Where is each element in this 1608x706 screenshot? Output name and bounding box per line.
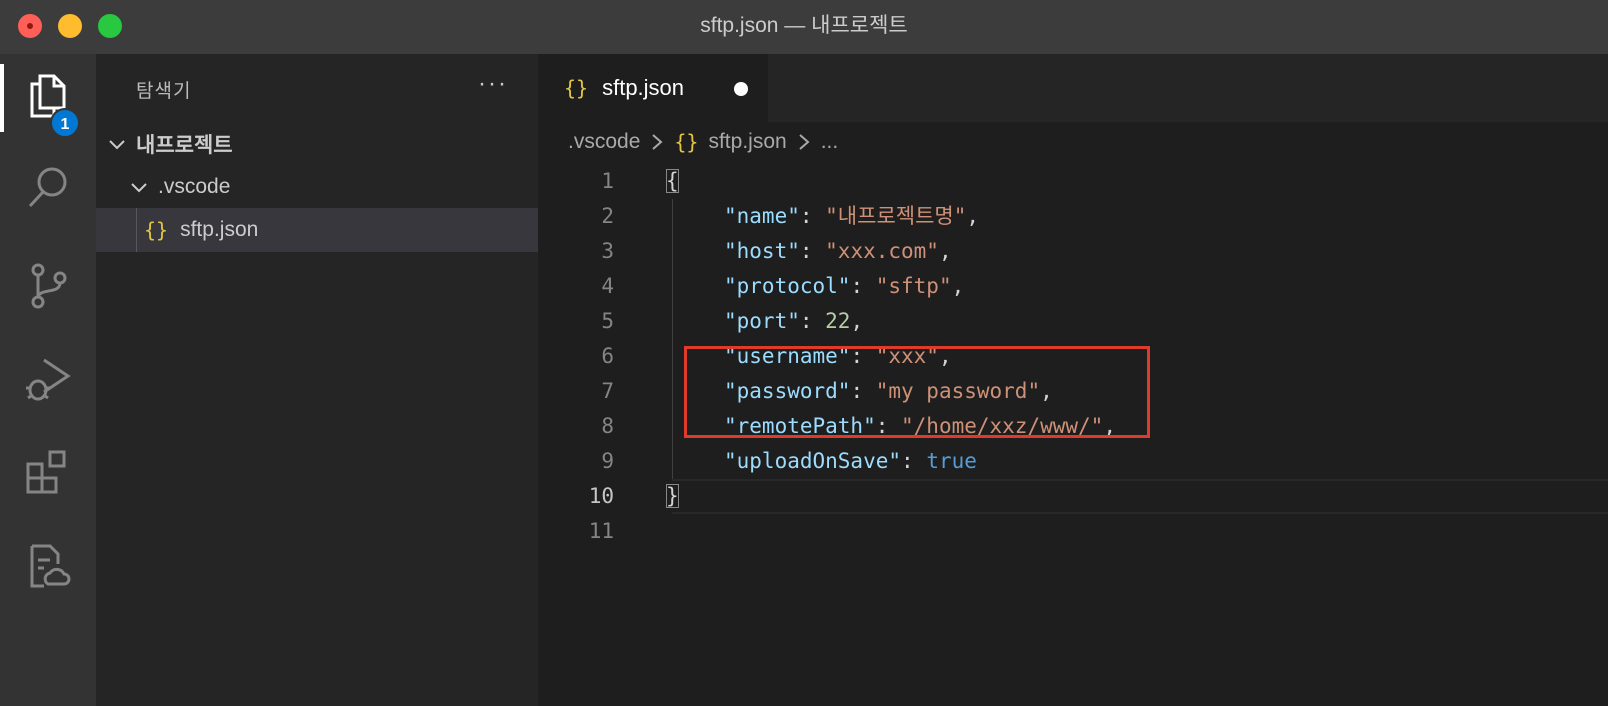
run-debug-icon bbox=[22, 352, 74, 409]
activity-source-control[interactable] bbox=[0, 250, 96, 326]
indent-guide bbox=[672, 234, 673, 269]
line-text: "host": "xxx.com", bbox=[724, 234, 952, 269]
line-text: "port": 22, bbox=[724, 304, 863, 339]
code-token: "host" bbox=[724, 239, 800, 263]
json-file-icon: {} bbox=[674, 130, 699, 154]
code-token: , bbox=[966, 204, 980, 228]
explorer-sidebar: 탐색기 ··· 내프로젝트 .vscode {} sftp.json bbox=[96, 54, 538, 706]
json-file-icon: {} bbox=[144, 218, 169, 242]
extensions-icon bbox=[22, 446, 74, 503]
line-text: "uploadOnSave": true bbox=[724, 444, 977, 479]
code-token: true bbox=[926, 449, 977, 473]
breadcrumb-item[interactable]: ... bbox=[821, 130, 839, 154]
indent-guide bbox=[672, 304, 673, 339]
activity-run-debug[interactable] bbox=[0, 342, 96, 418]
activity-explorer[interactable]: 1 bbox=[0, 60, 96, 138]
source-control-icon bbox=[22, 260, 74, 317]
line-number: 2 bbox=[601, 204, 614, 228]
window-title: sftp.json — 내프로젝트 bbox=[700, 14, 908, 37]
activity-bar: 1 bbox=[0, 54, 96, 706]
code-line[interactable]: 5 "port": 22, bbox=[538, 304, 1608, 339]
code-line[interactable]: 2 "name": "내프로젝트명", bbox=[538, 199, 1608, 234]
code-token: , bbox=[850, 309, 864, 333]
code-line[interactable]: 9 "uploadOnSave": true bbox=[538, 444, 1608, 479]
indent-guide bbox=[672, 374, 673, 409]
code-token: "내프로젝트명" bbox=[825, 204, 967, 228]
line-number: 1 bbox=[601, 169, 614, 193]
indent-guide bbox=[672, 409, 673, 444]
chevron-right-icon bbox=[797, 132, 811, 152]
breadcrumb-item[interactable]: .vscode bbox=[568, 130, 640, 154]
tree-indent-guide bbox=[136, 208, 137, 252]
code-token: : bbox=[799, 309, 826, 333]
code-token: : bbox=[799, 239, 826, 263]
code-token: , bbox=[938, 239, 952, 263]
line-number: 3 bbox=[601, 239, 614, 263]
code-token: : bbox=[901, 449, 927, 473]
code-token: { bbox=[666, 169, 679, 193]
json-file-icon: {} bbox=[564, 76, 589, 100]
chevron-down-icon bbox=[106, 133, 128, 155]
indent-guide bbox=[672, 269, 673, 304]
line-number: 4 bbox=[601, 274, 614, 298]
code-token: "xxx.com" bbox=[825, 239, 939, 263]
line-number: 11 bbox=[588, 519, 614, 543]
code-token: } bbox=[666, 484, 679, 508]
line-text: { bbox=[666, 164, 679, 199]
tree-item-label: .vscode bbox=[158, 175, 231, 198]
title-bar: sftp.json — 내프로젝트 bbox=[0, 0, 1608, 54]
code-token: : bbox=[799, 204, 826, 228]
code-token: , bbox=[951, 274, 965, 298]
explorer-badge: 1 bbox=[50, 108, 80, 138]
current-line-highlight bbox=[672, 479, 1608, 514]
code-line[interactable]: 3 "host": "xxx.com", bbox=[538, 234, 1608, 269]
explorer-title: 탐색기 bbox=[136, 81, 192, 102]
breadcrumb: .vscode {} sftp.json ... bbox=[568, 130, 838, 154]
tab-sftp-json[interactable]: {} sftp.json bbox=[538, 54, 768, 122]
line-text: } bbox=[666, 479, 679, 514]
line-number: 6 bbox=[601, 344, 614, 368]
activity-extensions[interactable] bbox=[0, 436, 96, 512]
breadcrumb-item[interactable]: sftp.json bbox=[708, 130, 786, 154]
more-actions-button[interactable]: ··· bbox=[478, 70, 508, 98]
highlight-annotation-box bbox=[684, 346, 1150, 438]
tree-file-sftp-json[interactable]: {} sftp.json bbox=[96, 208, 538, 252]
line-number: 8 bbox=[601, 414, 614, 438]
tree-item-label: sftp.json bbox=[180, 218, 259, 241]
code-token: "uploadOnSave" bbox=[724, 449, 902, 473]
activity-search[interactable] bbox=[0, 152, 96, 228]
tab-label: sftp.json bbox=[602, 75, 685, 100]
tree-folder-project[interactable]: 내프로젝트 bbox=[96, 122, 538, 166]
line-text: "protocol": "sftp", bbox=[724, 269, 964, 304]
file-cloud-icon bbox=[22, 540, 74, 597]
code-token: "protocol" bbox=[724, 274, 851, 298]
tree-folder-vscode[interactable]: .vscode bbox=[96, 165, 538, 209]
line-text: "name": "내프로젝트명", bbox=[724, 199, 979, 234]
line-number: 9 bbox=[601, 449, 614, 473]
tab-bar: {} sftp.json bbox=[538, 54, 1608, 122]
tree-item-label: 내프로젝트 bbox=[136, 134, 233, 157]
chevron-right-icon bbox=[650, 132, 664, 152]
code-line[interactable]: 11 bbox=[538, 514, 1608, 549]
code-line[interactable]: 4 "protocol": "sftp", bbox=[538, 269, 1608, 304]
chevron-down-icon bbox=[128, 176, 150, 198]
code-line[interactable]: 1{ bbox=[538, 164, 1608, 199]
unsaved-dot-icon[interactable] bbox=[734, 82, 748, 96]
indent-guide bbox=[672, 199, 673, 234]
indent-guide bbox=[672, 339, 673, 374]
code-token: 22 bbox=[825, 309, 851, 333]
code-token: : bbox=[850, 274, 876, 298]
activity-remote-sftp[interactable] bbox=[0, 530, 96, 606]
code-token: "sftp" bbox=[875, 274, 952, 298]
line-number: 5 bbox=[601, 309, 614, 333]
code-token: "name" bbox=[724, 204, 800, 228]
line-number: 7 bbox=[601, 379, 614, 403]
code-token: "port" bbox=[724, 309, 800, 333]
line-number: 10 bbox=[588, 484, 614, 508]
code-line[interactable]: 10} bbox=[538, 479, 1608, 514]
indent-guide bbox=[672, 444, 673, 479]
search-icon bbox=[22, 162, 74, 219]
